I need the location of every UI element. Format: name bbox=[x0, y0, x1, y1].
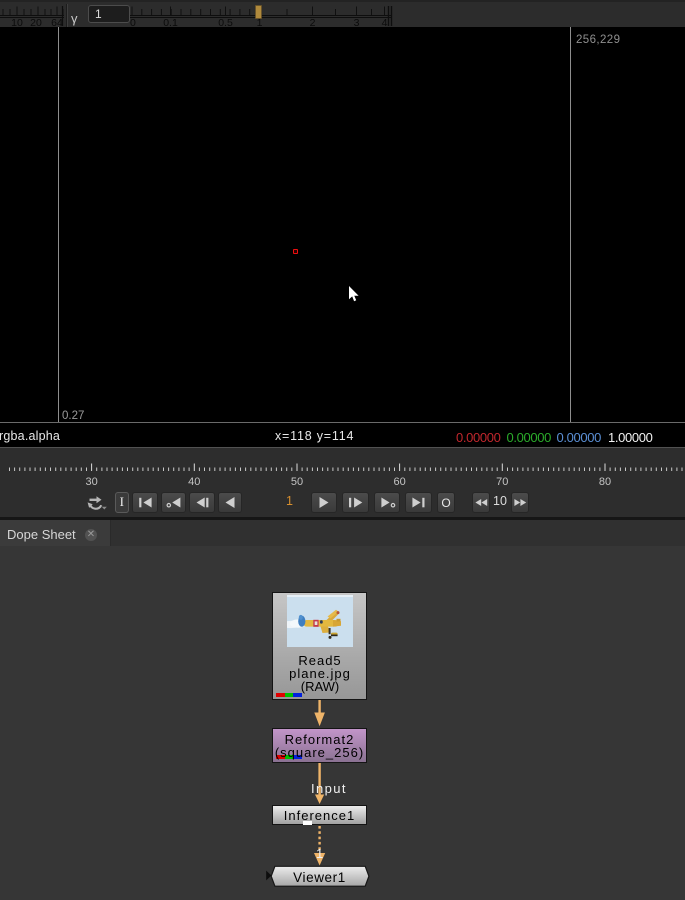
svg-text:60: 60 bbox=[393, 476, 405, 488]
svg-text:70: 70 bbox=[496, 476, 508, 488]
svg-text:40: 40 bbox=[188, 476, 200, 488]
svg-text:O: O bbox=[441, 495, 450, 509]
svg-text:30: 30 bbox=[85, 476, 97, 488]
svg-text:80: 80 bbox=[599, 476, 611, 488]
svg-text:50: 50 bbox=[291, 476, 303, 488]
